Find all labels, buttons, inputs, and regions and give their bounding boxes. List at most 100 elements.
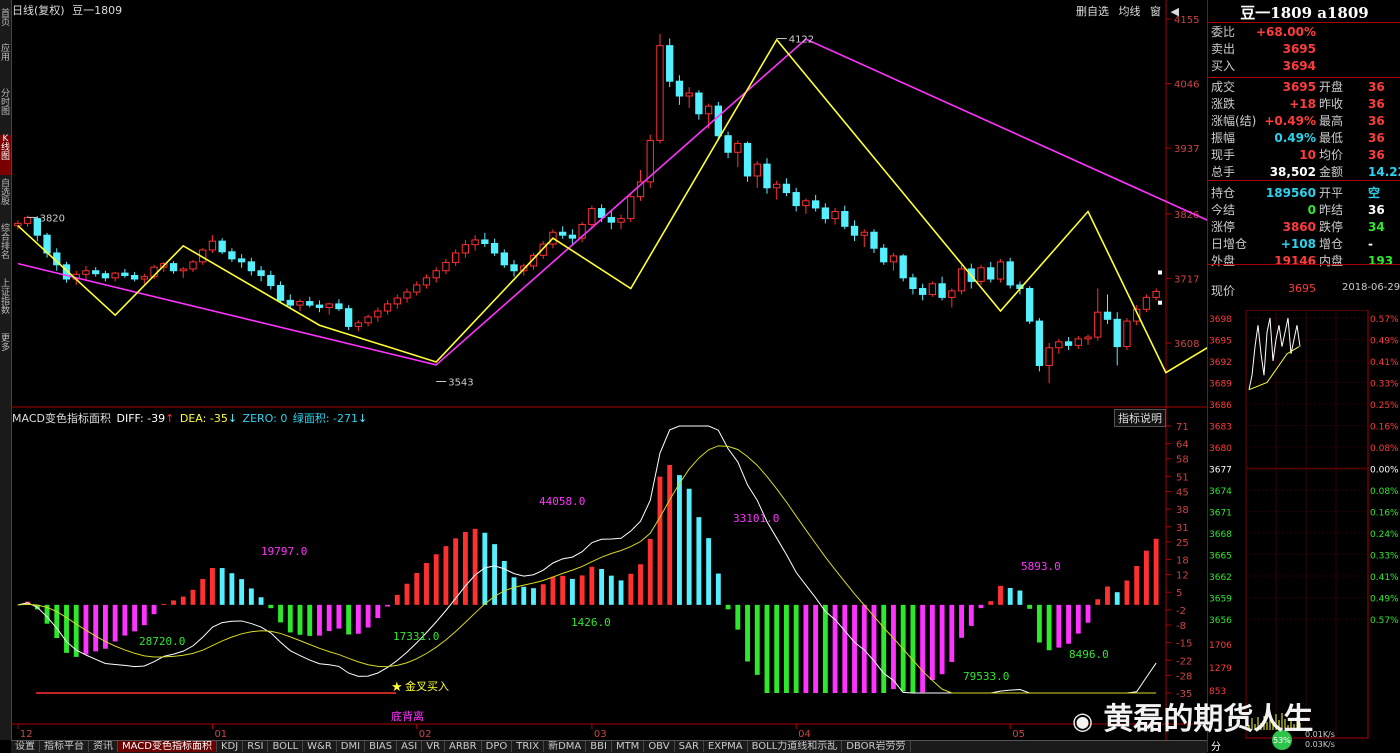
indicator-tab-7[interactable]: W&R: [303, 741, 337, 752]
left-tab-7[interactable]: 更多: [0, 335, 11, 365]
candle: [257, 265, 265, 282]
indicator-tab-4[interactable]: KDJ: [216, 741, 244, 752]
macd-area-label: 1426.0: [571, 616, 611, 629]
candle-body: [1142, 296, 1151, 310]
indicator-tab-22[interactable]: DBOR岩劳劳: [842, 741, 911, 752]
time-tick-label: 05: [1012, 729, 1025, 740]
time-tick-label: 04: [798, 729, 811, 740]
indicator-tab-1[interactable]: 指标平台: [40, 741, 89, 752]
macd-dea: DEA: -35: [179, 412, 228, 425]
indicator-tab-2[interactable]: 资讯: [89, 741, 118, 752]
candle-body: [1025, 288, 1034, 322]
left-tab-2[interactable]: 分时图: [0, 90, 11, 130]
indicator-tab-15[interactable]: 新DMA: [544, 741, 587, 752]
symbol-label: 豆一1809: [72, 4, 123, 17]
macd-area-label: 17331.0: [393, 630, 439, 643]
candle-body: [977, 267, 985, 282]
mini-right-tick: 0.08%: [1370, 444, 1399, 454]
candle-body: [627, 196, 635, 220]
quote-label: 涨跌: [1211, 97, 1236, 111]
macd-tick-label: -28: [1176, 671, 1192, 682]
candle-body: [481, 239, 489, 244]
candle: [82, 265, 90, 280]
quote-label: 持仓: [1211, 186, 1236, 200]
weibo-icon: ◉: [1072, 707, 1093, 735]
indicator-tab-18[interactable]: OBV: [644, 741, 675, 752]
candle: [1035, 318, 1044, 372]
candle: [870, 229, 878, 253]
ma-button[interactable]: 均线: [1119, 5, 1141, 18]
candle: [1152, 288, 1160, 301]
intraday-mini-chart[interactable]: 3698 0.57% 3695 0.49% 3692 0.41% 3689 0.33% 3686…: [1207, 310, 1400, 752]
indicator-tab-11[interactable]: VR: [422, 741, 446, 752]
macd-tick-label: -22: [1176, 656, 1192, 667]
indicator-tab-8[interactable]: DMI: [336, 741, 366, 752]
candle: [957, 264, 966, 295]
macd-diff: DIFF: -39: [116, 412, 166, 425]
left-tab-5[interactable]: 综合排名: [0, 225, 11, 275]
candle: [208, 235, 217, 253]
candle-body: [286, 299, 294, 306]
indicator-tab-9[interactable]: BIAS: [365, 741, 398, 752]
left-tab-1[interactable]: 应用: [0, 45, 11, 85]
candle-body: [218, 240, 226, 253]
indicator-help-button[interactable]: 指标说明: [1114, 409, 1166, 427]
quote-row: 涨跌 +18 昨收 36: [1208, 96, 1400, 113]
left-tab-4[interactable]: 自选股: [0, 180, 11, 220]
macd-tick-label: 58: [1176, 455, 1189, 466]
candle-body: [237, 258, 246, 263]
quote-label-2: 最低: [1319, 131, 1344, 145]
quote-label-2: 开盘: [1319, 80, 1344, 94]
mini-right-tick: 0.41%: [1370, 358, 1399, 368]
indicator-tab-19[interactable]: SAR: [674, 741, 704, 752]
candle: [773, 180, 781, 200]
indicator-tab-10[interactable]: ASI: [397, 741, 423, 752]
candle-body: [1113, 318, 1121, 348]
window-button[interactable]: 窗: [1150, 5, 1161, 18]
indicator-tab-20[interactable]: EXPMA: [703, 741, 748, 752]
candle: [918, 283, 927, 301]
candle: [374, 307, 382, 322]
candle: [646, 134, 654, 188]
macd-tick-label: 12: [1176, 571, 1189, 582]
yellow-zigzag: [17, 38, 1207, 374]
candle-body: [383, 303, 392, 312]
candle: [753, 161, 761, 188]
left-tab-3[interactable]: K线图: [0, 135, 11, 175]
price-tick-label: 3608: [1174, 339, 1199, 350]
now-date: 2018-06-29,: [1342, 282, 1400, 293]
main-chart[interactable]: 4155404639373826371736083820354341223530…: [11, 0, 1207, 740]
indicator-tab-5[interactable]: RSI: [243, 741, 269, 752]
collapse-arrow-icon[interactable]: ◀: [1171, 5, 1179, 18]
quote-label: 今结: [1211, 203, 1236, 217]
indicator-tab-21[interactable]: BOLL力道线和示乱: [747, 741, 843, 752]
candle: [889, 252, 898, 271]
candle-body: [1064, 341, 1073, 346]
candle-body: [831, 211, 839, 220]
indicator-tab-14[interactable]: TRIX: [512, 741, 545, 752]
remove-favorite-button[interactable]: 删自选: [1076, 5, 1109, 18]
indicator-tab-12[interactable]: ARBR: [445, 741, 482, 752]
quote-value: 0: [1307, 203, 1316, 217]
quote-label-2: 内盘: [1319, 254, 1344, 268]
indicator-tab-6[interactable]: BOLL: [268, 741, 304, 752]
left-tab-0[interactable]: 首页: [0, 10, 11, 38]
left-tab-6[interactable]: 上证指数: [0, 280, 11, 328]
candle: [344, 305, 353, 330]
indicator-tab-3[interactable]: MACD变色指标面积: [118, 741, 217, 752]
quote-label-2: 增仓: [1319, 237, 1344, 251]
candle: [811, 194, 820, 212]
mini-left-tick: 3695: [1209, 337, 1232, 347]
indicator-tab-0[interactable]: 设置: [11, 741, 40, 752]
mini-right-tick: 0.00%: [1370, 466, 1399, 476]
indicator-tab-17[interactable]: MTM: [611, 741, 645, 752]
candle-body: [782, 183, 791, 194]
candle: [695, 90, 703, 120]
candle-body: [344, 308, 353, 327]
candle: [948, 288, 956, 308]
candle: [559, 226, 567, 239]
mini-left-tick: 3662: [1209, 573, 1232, 583]
indicator-tab-16[interactable]: BBI: [586, 741, 612, 752]
candle-body: [306, 301, 314, 306]
indicator-tab-13[interactable]: DPO: [481, 741, 513, 752]
